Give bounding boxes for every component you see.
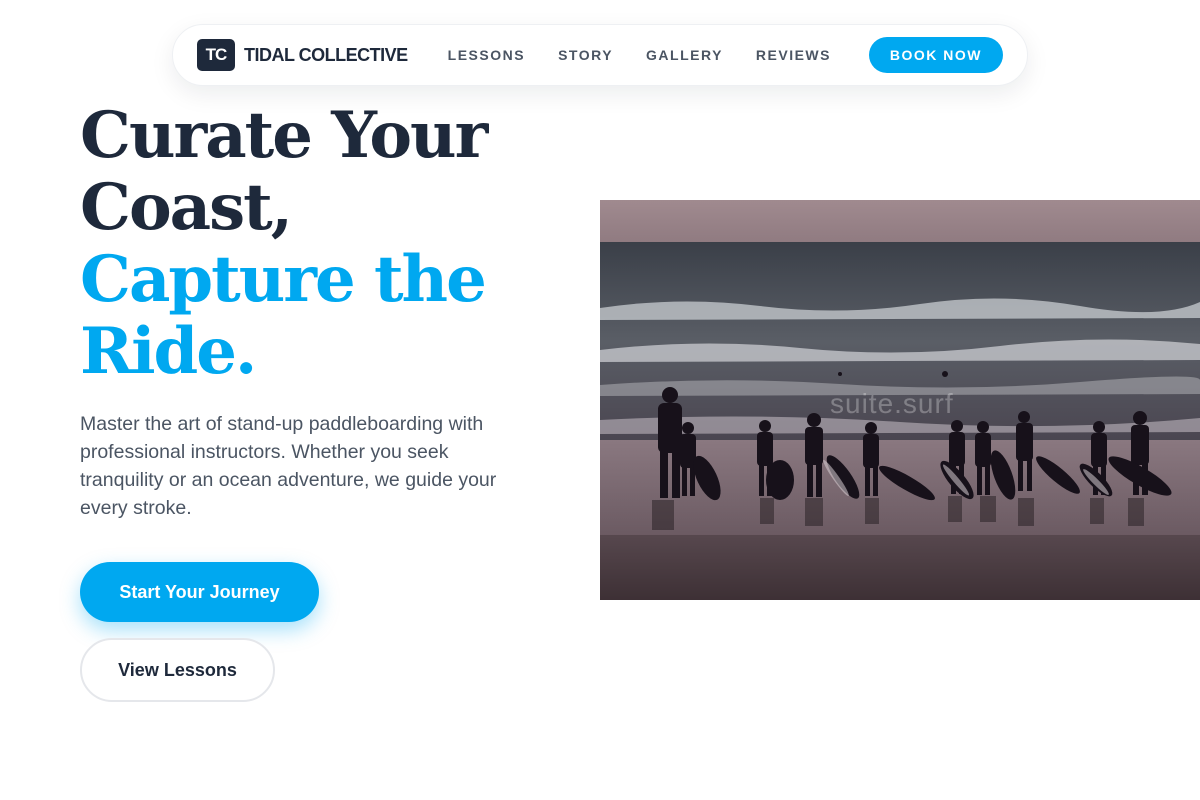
start-journey-button[interactable]: Start Your Journey [80, 562, 319, 622]
nav-link-reviews[interactable]: REVIEWS [756, 47, 831, 63]
logo-mark: TC [197, 39, 235, 71]
nav-link-lessons[interactable]: LESSONS [448, 47, 525, 63]
nav-links: LESSONS STORY GALLERY REVIEWS [448, 47, 831, 63]
view-lessons-button[interactable]: View Lessons [80, 638, 275, 702]
headline-line-1: Curate Your [80, 98, 488, 173]
photo-watermark: suite.surf [830, 388, 954, 419]
nav-link-gallery[interactable]: GALLERY [646, 47, 723, 63]
hero-headline: Curate Your Coast, Capture the Ride. [80, 98, 488, 389]
brand-name: TIDAL COLLECTIVE [244, 44, 408, 65]
nav-link-story[interactable]: STORY [558, 47, 613, 63]
hero-subtitle: Master the art of stand-up paddleboardin… [80, 413, 497, 519]
book-now-button[interactable]: BOOK NOW [868, 37, 1003, 73]
headline-line-3: Capture the [80, 242, 487, 317]
brand[interactable]: TC TIDAL COLLECTIVE [197, 39, 408, 71]
headline-line-4: Ride. [80, 314, 257, 389]
headline-line-2: Coast, [80, 170, 293, 245]
top-navbar: TC TIDAL COLLECTIVE LESSONS STORY GALLER… [172, 24, 1028, 86]
